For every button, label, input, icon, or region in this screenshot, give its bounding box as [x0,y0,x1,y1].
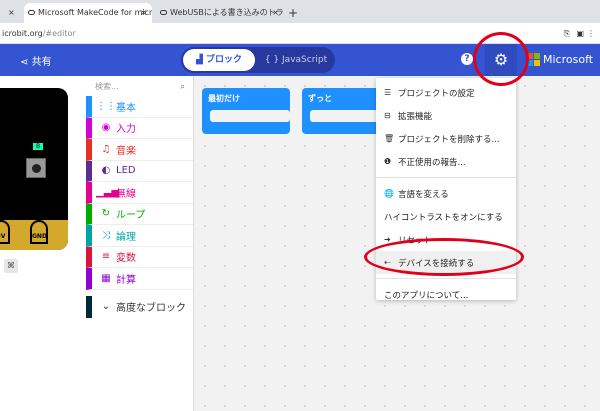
new-tab-button[interactable]: + [288,3,298,23]
category-icon: ♫ [96,144,116,155]
puzzle-icon: ▟ [196,55,206,65]
editor-toggle: ▟ ブロック { } JavaScript [181,47,335,73]
category-item[interactable]: ↻ループ [86,204,193,226]
menu-item[interactable]: ⊟拡張機能 [376,104,516,127]
tab-webusb[interactable]: WebUSBによる書き込みのトラブ× [156,3,284,23]
menu-item-icon: ❶ [384,157,398,166]
category-label: 変数 [116,249,136,264]
tab-close-partial[interactable]: × [0,3,24,23]
blocks-label: ブロック [206,55,242,65]
search-icon[interactable]: ⌕ [181,76,185,98]
menu-item[interactable]: このアプリについて... [376,283,516,306]
menu-item-icon: ☰ [384,88,398,97]
share-button[interactable]: ⋖ 共有 [20,53,52,68]
menu-item-label: プロジェクトの設定 [398,87,475,99]
menu-item-icon: ⊟ [384,111,398,120]
help-button[interactable]: ? [461,53,473,65]
category-item[interactable]: ▦計算 [86,268,193,290]
category-label: 高度なブロック [116,299,186,314]
more-icon[interactable]: ⋮ [587,23,595,44]
tab-favicon-icon [160,10,167,15]
menu-item[interactable]: 🗑プロジェクトを削除する... [376,127,516,150]
menu-item-label: 不正使用の報告... [398,156,466,168]
menu-item-label: ハイコントラストをオンにする [384,211,503,223]
js-label: JavaScript [282,55,327,65]
category-item[interactable]: ◉入力 [86,118,193,140]
microsoft-logo[interactable]: Microsoft [527,53,593,66]
tab-javascript[interactable]: { } JavaScript [261,47,331,73]
category-label: 論理 [116,228,136,243]
tab-favicon-icon [28,10,35,15]
pin-gnd[interactable]: GND [30,220,48,244]
category-icon: ▁▃▅ [96,187,116,198]
simulator-panel: B 3V GND ⌘ [0,76,86,411]
braces-icon: { } [265,55,282,65]
fullscreen-button[interactable]: ⌘ [4,259,18,273]
category-icon: ◉ [96,122,116,133]
category-icon: ◐ [96,165,116,176]
tab-title: Microsoft MakeCode for micro [38,8,152,17]
menu-item-label: このアプリについて... [384,289,468,301]
category-label: ループ [116,206,145,221]
menu-item-label: 拡張機能 [398,110,432,122]
toolbox: 検索...⌕ ⋮⋮⋮基本◉入力♫音楽◐LED▁▃▅無線↻ループ⤨論理≡変数▦計算… [86,76,194,411]
menu-item-icon: 🗑 [384,134,398,143]
block-on-start[interactable]: 最初だけ [202,88,290,134]
tab-blocks[interactable]: ▟ ブロック [183,49,255,71]
menu-item-label: プロジェクトを削除する... [398,133,500,145]
browser-tab-bar: × Microsoft MakeCode for micro× WebUSBによ… [0,0,600,23]
profile-icon[interactable]: ▣ [576,23,584,44]
url-host: icrobit.org [2,29,43,38]
toolbox-search[interactable]: 検索... ⌕ [86,76,193,96]
translate-icon[interactable]: ⎘ [564,23,570,44]
category-item[interactable]: ⤨論理 [86,225,193,247]
menu-item-label: 言語を変える [398,188,449,200]
close-icon[interactable]: × [272,3,279,23]
pin-3v[interactable]: 3V [0,220,10,244]
category-icon: ⤨ [96,230,116,241]
share-label: 共有 [32,57,52,68]
edge-connector: 3V GND [0,220,68,250]
tab-makecode[interactable]: Microsoft MakeCode for micro× [24,3,152,23]
button-b-label: B [33,143,43,150]
category-icon: ↻ [96,208,116,219]
category-icon: ⋮⋮⋮ [96,101,116,112]
share-icon: ⋖ [20,57,32,68]
category-item[interactable]: ≡変数 [86,247,193,269]
category-item[interactable]: ◐LED [86,161,193,183]
category-icon: ≡ [96,251,116,262]
tab-title: WebUSBによる書き込みのトラブ [170,8,284,17]
microbit-board: B 3V GND [0,88,68,250]
chevron-down-icon: ⌄ [96,301,116,312]
block-label: ずっと [308,94,332,103]
category-label: 入力 [116,120,136,135]
menu-item[interactable]: 🌐言語を変える [376,182,516,205]
menu-divider [376,177,516,178]
category-label: LED [116,165,136,176]
menu-item-icon: 🌐 [384,189,398,198]
category-item[interactable]: ♫音楽 [86,139,193,161]
category-item[interactable]: ▁▃▅無線 [86,182,193,204]
close-icon[interactable]: × [140,3,147,23]
menu-item[interactable]: ハイコントラストをオンにする [376,205,516,228]
category-icon: ▦ [96,273,116,284]
category-label: 音楽 [116,142,136,157]
annotation-circle-gear [473,32,529,86]
category-label: 計算 [116,271,136,286]
block-label: 最初だけ [208,94,240,103]
menu-divider [376,278,516,279]
category-item[interactable]: ⋮⋮⋮基本 [86,96,193,118]
category-label: 基本 [116,99,136,114]
category-advanced[interactable]: ⌄高度なブロック [86,296,193,318]
button-b[interactable] [26,158,46,178]
category-label: 無線 [116,185,136,200]
brand-label: Microsoft [543,53,593,66]
search-placeholder: 検索... [95,82,119,91]
url-path: /#editor [43,29,76,38]
annotation-circle-connect [364,238,524,276]
menu-item[interactable]: ❶不正使用の報告... [376,150,516,173]
fullscreen-icon: ⌘ [7,261,15,270]
